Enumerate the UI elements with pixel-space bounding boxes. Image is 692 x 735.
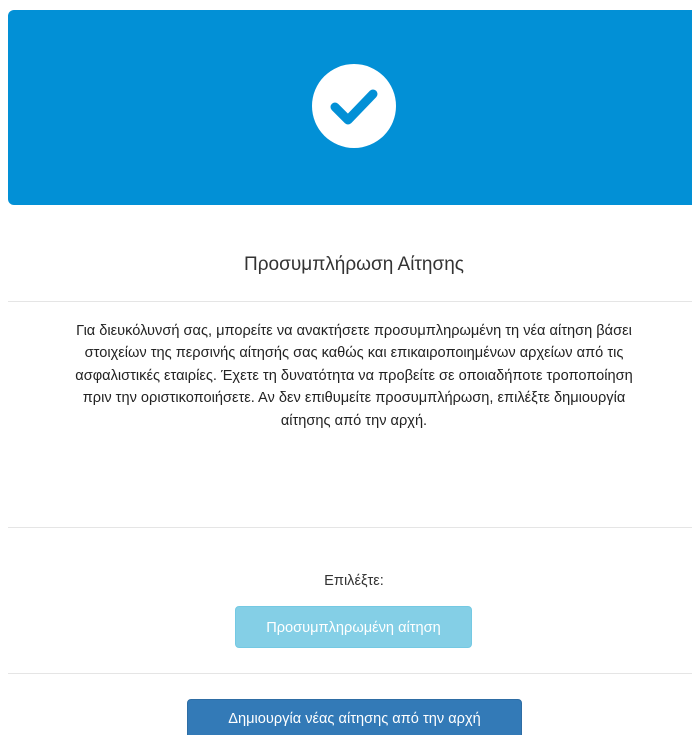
divider: [8, 301, 692, 302]
new-application-button[interactable]: Δημιουργία νέας αίτησης από την αρχή: [187, 699, 522, 735]
description-text: Για διευκόλυνσή σας, μπορείτε να ανακτήσ…: [10, 320, 692, 432]
description-line: ασφαλιστικές εταιρίες. Έχετε τη δυνατότη…: [75, 367, 633, 384]
check-circle-icon: [312, 64, 396, 148]
description-line: αίτησης από την αρχή.: [280, 412, 428, 429]
description-line: πριν την οριστικοποιήσετε. Αν δεν επιθυμ…: [82, 390, 626, 407]
prefilled-application-button[interactable]: Προσυμπληρωμένη αίτηση: [235, 606, 472, 648]
choose-label: Επιλέξτε:: [324, 573, 384, 589]
divider: [8, 673, 692, 674]
description-line: Για διευκόλυνσή σας, μπορείτε να ανακτήσ…: [76, 323, 632, 339]
page-title: Προσυμπλήρωση Αίτησης: [244, 254, 464, 275]
divider: [8, 527, 692, 528]
checkmark-icon: [330, 89, 378, 125]
description-line: στοιχείων της περσινής αίτησής σας καθώς…: [84, 345, 624, 362]
page: Προσυμπλήρωση Αίτησης Για διευκόλυνσή σα…: [0, 0, 692, 735]
